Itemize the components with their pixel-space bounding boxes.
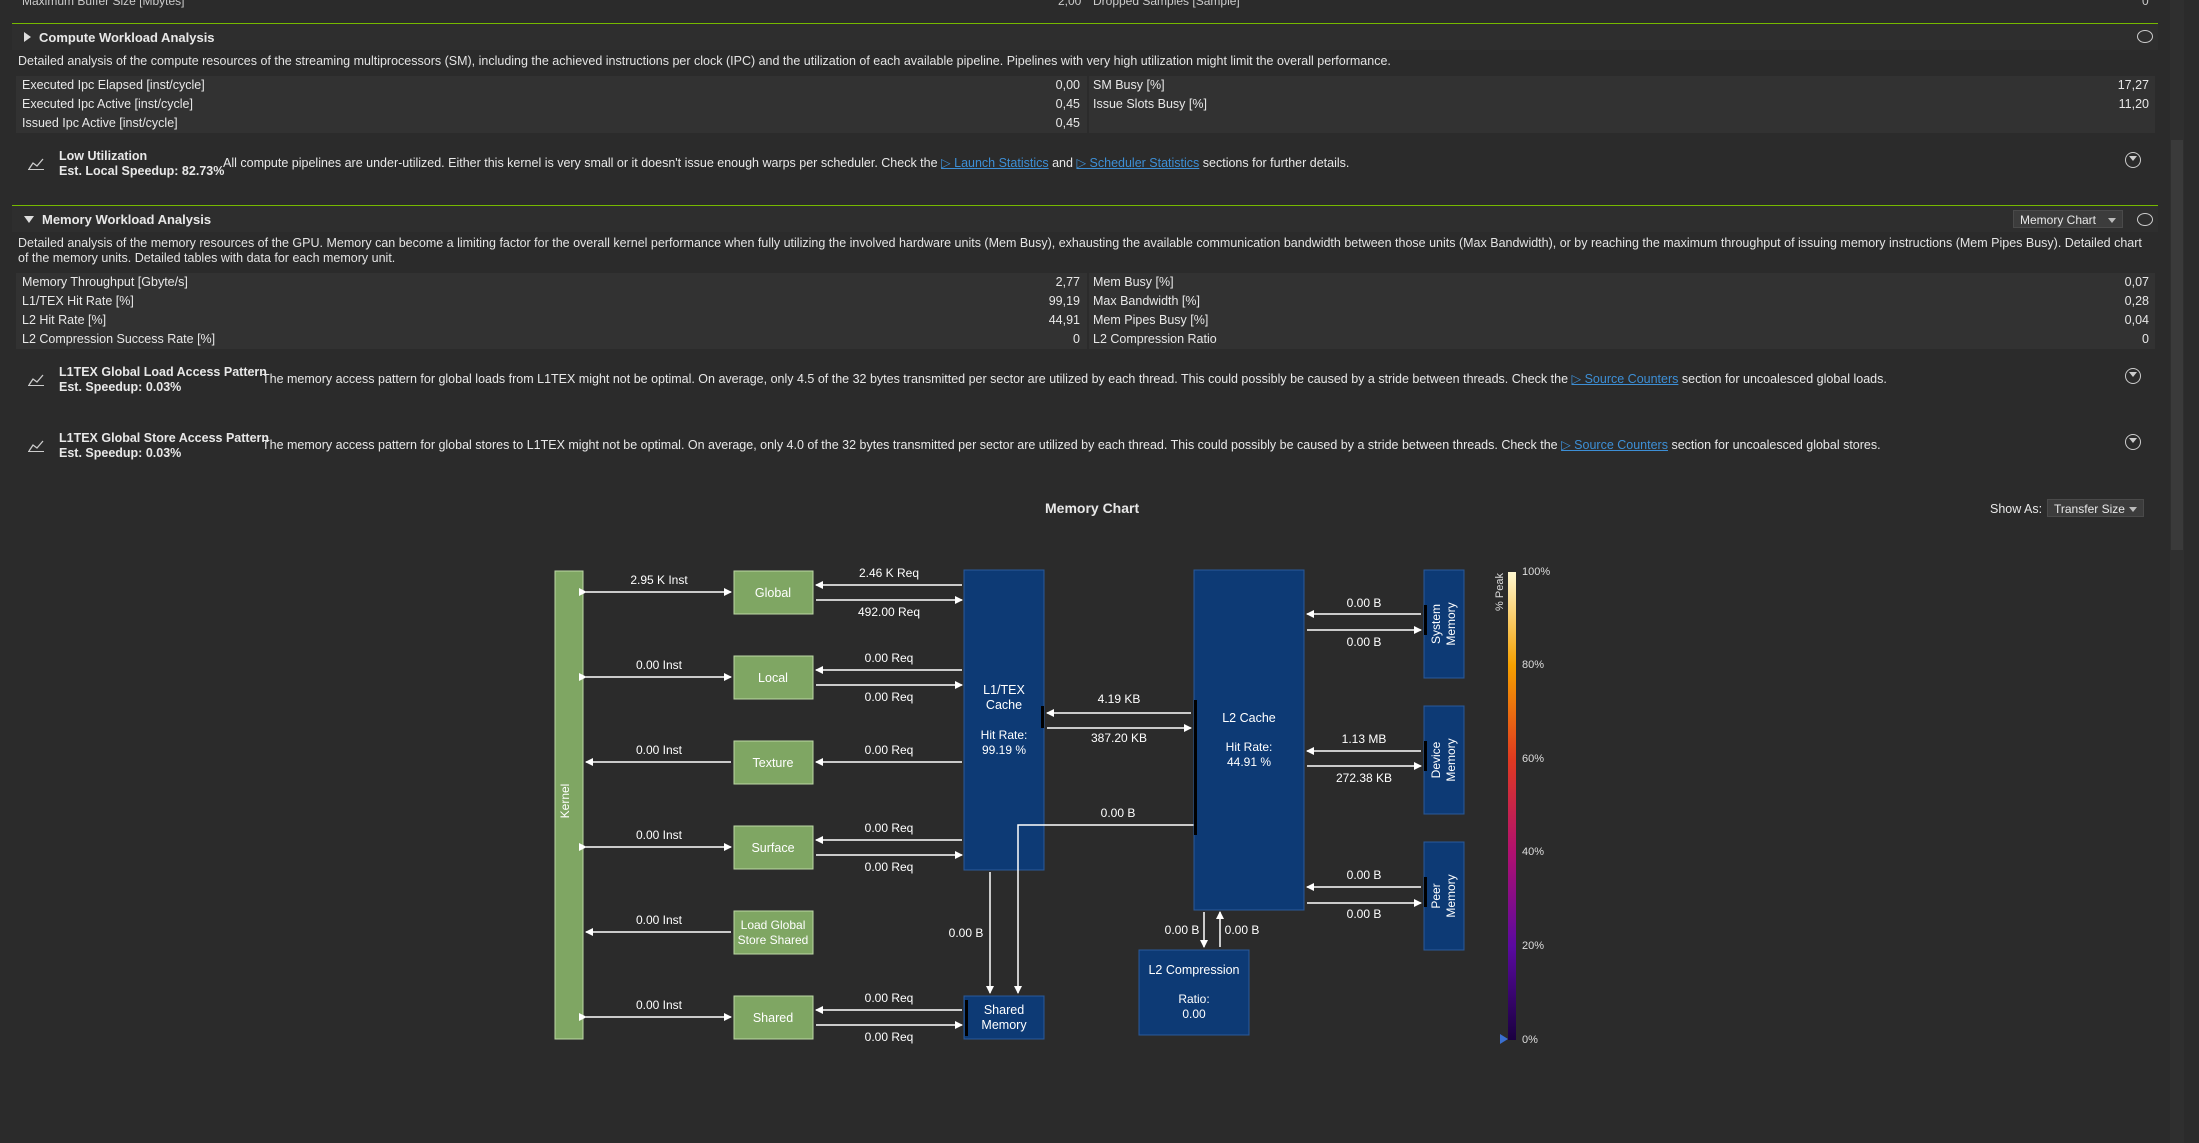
surface-label: Surface: [751, 841, 794, 855]
l1tex-label-2: Cache: [986, 698, 1022, 712]
req-label: 0.00 Req: [865, 821, 914, 835]
sysmem-top-label: 0.00 B: [1347, 596, 1382, 610]
l2-compression-ratio-label: Ratio:: [1178, 992, 1209, 1006]
req-label: 0.00 Req: [865, 743, 914, 757]
shared-memory-label: Shared: [984, 1003, 1024, 1017]
scale-tick: 0%: [1522, 1034, 1538, 1046]
req-label: 2.46 K Req: [859, 566, 919, 580]
inst-label-lgss: 0.00 Inst: [636, 913, 683, 927]
l2-compression-ratio-value: 0.00: [1182, 1007, 1206, 1021]
l1-port-right: [1041, 706, 1044, 728]
peer-memory-label-2: Memory: [1444, 874, 1458, 917]
peermem-top-label: 0.00 B: [1347, 868, 1382, 882]
inst-label-local: 0.00 Inst: [636, 658, 683, 672]
l2-hit-value: 44.91 %: [1227, 755, 1271, 769]
l1-shared-label: 0.00 B: [949, 926, 984, 940]
req-label: 0.00 Req: [865, 991, 914, 1005]
l2-port-left: [1194, 700, 1197, 835]
shared-label: Shared: [753, 1011, 793, 1025]
l1tex-label: L1/TEX: [983, 683, 1025, 697]
device-memory-label-2: Memory: [1444, 738, 1458, 781]
req-label: 0.00 Req: [865, 651, 914, 665]
req-label: 0.00 Req: [865, 1030, 914, 1044]
l1tex-hit-label: Hit Rate:: [981, 728, 1028, 742]
system-memory-label: System: [1429, 604, 1443, 644]
peermem-bottom-label: 0.00 B: [1347, 907, 1382, 921]
local-label: Local: [758, 671, 788, 685]
peer-memory-label: Peer: [1429, 883, 1443, 908]
l2comp-left-label: 0.00 B: [1165, 923, 1200, 937]
l2-label: L2 Cache: [1222, 711, 1276, 725]
peak-scale-title: % Peak: [1494, 573, 1506, 611]
req-label: 0.00 Req: [865, 860, 914, 874]
scale-tick: 20%: [1522, 940, 1544, 952]
req-label: 0.00 Req: [865, 690, 914, 704]
inst-label-shared: 0.00 Inst: [636, 998, 683, 1012]
lgss-label-2: Store Shared: [738, 933, 809, 947]
device-memory-port: [1424, 741, 1427, 771]
scale-tick: 80%: [1522, 659, 1544, 671]
system-memory-port: [1424, 605, 1427, 635]
system-memory-label-2: Memory: [1444, 602, 1458, 645]
devmem-top-label: 1.13 MB: [1342, 732, 1387, 746]
kernel-label: Kernel: [558, 784, 572, 819]
inst-label-texture: 0.00 Inst: [636, 743, 683, 757]
peak-marker: [1500, 1034, 1508, 1044]
l2-compression-label: L2 Compression: [1148, 963, 1239, 977]
global-label: Global: [755, 586, 791, 600]
devmem-bottom-label: 272.38 KB: [1336, 771, 1392, 785]
l1-l2-bottom-label: 387.20 KB: [1091, 731, 1147, 745]
device-memory-label: Device: [1429, 741, 1443, 778]
peer-memory-port: [1424, 877, 1427, 907]
scrollbar-thumb[interactable]: [2171, 140, 2183, 550]
lgss-label-1: Load Global: [741, 918, 806, 932]
inst-label-global: 2.95 K Inst: [630, 573, 688, 587]
scale-tick: 40%: [1522, 846, 1544, 858]
scale-tick: 100%: [1522, 566, 1550, 578]
shared-memory-label-2: Memory: [981, 1018, 1027, 1032]
memory-chart-diagram: Kernel Global Local Texture Surface Load…: [554, 566, 1550, 1046]
l1tex-hit-value: 99.19 %: [982, 743, 1026, 757]
texture-label: Texture: [753, 756, 794, 770]
inst-label-surface: 0.00 Inst: [636, 828, 683, 842]
peak-color-scale: [1508, 572, 1516, 1040]
sysmem-bottom-label: 0.00 B: [1347, 635, 1382, 649]
shared-memory-port: [965, 1000, 968, 1036]
l2-shared-label: 0.00 B: [1101, 806, 1136, 820]
l2comp-right-label: 0.00 B: [1225, 923, 1260, 937]
l2-hit-label: Hit Rate:: [1226, 740, 1273, 754]
l1-l2-top-label: 4.19 KB: [1098, 692, 1141, 706]
scale-tick: 60%: [1522, 753, 1544, 765]
req-label: 492.00 Req: [858, 605, 920, 619]
